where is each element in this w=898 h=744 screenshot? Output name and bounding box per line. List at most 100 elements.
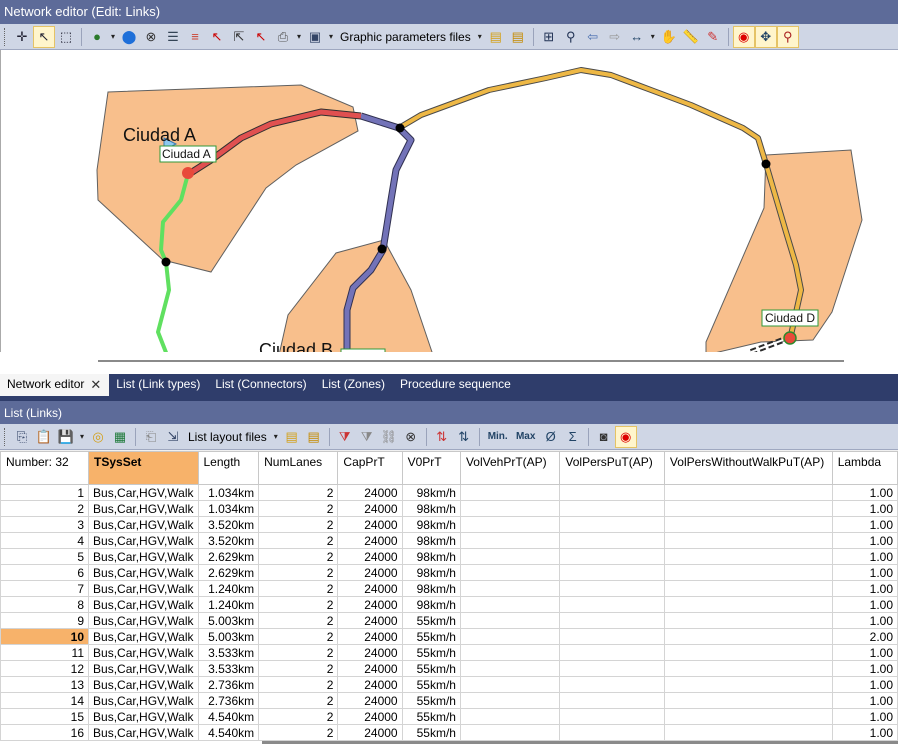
hand-pan-icon[interactable]: ✋ [658,26,680,48]
select-multi-icon[interactable]: ⇱ [228,26,250,48]
pointer-icon[interactable]: ↖ [33,25,55,48]
scroll-thumb[interactable] [98,360,844,362]
table-cell[interactable]: Bus,Car,HGV,Walk [88,580,199,597]
table-cell[interactable]: 2 [258,692,339,709]
table-cell[interactable] [459,484,561,501]
table-cell[interactable]: 1.00 [831,580,898,597]
stop-icon[interactable]: ◙ [593,426,615,448]
table-row[interactable]: 4 Bus,Car,HGV,Walk 3.520km 2 24000 98km/h 1.00 [0,532,898,549]
tab-2[interactable]: List (Connectors) [208,374,314,396]
table-cell[interactable] [559,724,665,741]
table-cell[interactable] [459,548,561,565]
table-cell[interactable] [559,596,665,613]
table-cell[interactable]: 55km/h [401,612,461,629]
pencil-icon[interactable]: ✎ [702,26,724,48]
table-cell[interactable]: 24000 [337,564,403,581]
table-cell[interactable] [559,500,665,517]
table-cell[interactable]: 2.629km [197,564,260,581]
clipboard-icon[interactable]: ⎗ [140,426,162,448]
ruler-icon[interactable]: 📏 [680,26,702,48]
dropdown-arrow-icon[interactable]: ▾ [475,32,485,41]
sync-icon[interactable]: ⛓ [378,426,400,448]
node-junction-3[interactable] [761,159,771,169]
table-cell[interactable]: 4.540km [197,724,260,741]
table-cell[interactable]: 2 [258,628,339,645]
table-cell[interactable] [459,564,561,581]
table-row[interactable]: 12 Bus,Car,HGV,Walk 3.533km 2 24000 55km/h 1.0… [0,660,898,677]
table-cell[interactable]: 2 [258,708,339,725]
table-cell[interactable]: 12 [0,660,90,677]
forward-arrow-icon[interactable]: ⇨ [604,26,626,48]
table-cell[interactable]: 2 [258,612,339,629]
table-cell[interactable]: 98km/h [401,532,461,549]
table-cell[interactable]: Bus,Car,HGV,Walk [88,548,199,565]
table-cell[interactable]: 2 [258,724,339,741]
table-cell[interactable] [663,612,833,629]
table-cell[interactable]: 24000 [337,692,403,709]
open-folder-icon[interactable]: ▤ [485,26,507,48]
table-row[interactable]: 6 Bus,Car,HGV,Walk 2.629km 2 24000 98km/h 1.00 [0,564,898,581]
links-table[interactable]: Number: 32 TSysSet Length NumLanes CapPrT V0P… [0,451,898,741]
select-columns-icon[interactable]: ⇲ [162,426,184,448]
network-view-icon[interactable]: ✥ [754,25,777,48]
database-icon[interactable]: ◎ [87,426,109,448]
table-cell[interactable] [663,628,833,645]
column-header[interactable]: Lambda [831,451,898,485]
fit-width-icon[interactable]: ↔ [626,26,648,48]
table-cell[interactable]: 5.003km [197,612,260,629]
table-cell[interactable] [663,692,833,709]
zoom-map-icon[interactable]: ⚲ [776,25,799,48]
table-row[interactable]: 14 Bus,Car,HGV,Walk 2.736km 2 24000 55km/h 1.0… [0,692,898,709]
table-cell[interactable] [459,612,561,629]
table-row[interactable]: 5 Bus,Car,HGV,Walk 2.629km 2 24000 98km/h 1.00 [0,548,898,565]
table-cell[interactable]: Bus,Car,HGV,Walk [88,596,199,613]
layers-icon[interactable]: ≡ [184,26,206,48]
table-cell[interactable] [459,708,561,725]
table-cell[interactable] [663,660,833,677]
dropdown-arrow-icon[interactable]: ▾ [648,32,658,41]
table-cell[interactable] [459,660,561,677]
table-cell[interactable]: 24000 [337,660,403,677]
table-cell[interactable]: 3.520km [197,516,260,533]
table-row[interactable]: 16 Bus,Car,HGV,Walk 4.540km 2 24000 55km/h 1.0… [0,724,898,741]
table-cell[interactable]: 55km/h [401,660,461,677]
table-cell[interactable] [559,548,665,565]
table-cell[interactable]: 1.00 [831,500,898,517]
table-cell[interactable] [663,484,833,501]
table-cell[interactable]: 2 [258,484,339,501]
toolbar-label[interactable]: List layout files [184,430,271,444]
table-cell[interactable]: 24000 [337,596,403,613]
table-cell[interactable]: 1.00 [831,708,898,725]
table-cell[interactable]: 2 [258,676,339,693]
network-map-canvas[interactable]: Ciudad A Ciudad A Ciudad B Ciudad D [1,50,898,352]
table-cell[interactable]: 55km/h [401,724,461,741]
table-row[interactable]: 10 Bus,Car,HGV,Walk 5.003km 2 24000 55km/h 2.0… [0,628,898,645]
table-cell[interactable]: 1.00 [831,484,898,501]
table-cell[interactable] [559,708,665,725]
table-cell[interactable]: 14 [0,692,90,709]
tab-0[interactable]: Network editor ✕ [0,374,110,396]
paste-icon[interactable]: 📋 [33,426,55,448]
column-header[interactable]: TSysSet [88,451,199,485]
table-cell[interactable] [559,660,665,677]
table-cell[interactable]: 24000 [337,724,403,741]
table-row[interactable]: 7 Bus,Car,HGV,Walk 1.240km 2 24000 98km/h 1.00 [0,580,898,597]
table-cell[interactable]: 1.00 [831,676,898,693]
column-header[interactable]: VolPersWithoutWalkPuT(AP) [663,451,833,485]
table-cell[interactable] [559,516,665,533]
table-cell[interactable]: 24000 [337,548,403,565]
table-cell[interactable]: 11 [0,644,90,661]
table-cell[interactable]: 1.240km [197,596,260,613]
table-cell[interactable] [559,484,665,501]
table-cell[interactable]: 55km/h [401,644,461,661]
list-icon[interactable]: ☰ [162,26,184,48]
table-cell[interactable]: Bus,Car,HGV,Walk [88,516,199,533]
table-cell[interactable] [663,564,833,581]
column-header[interactable]: V0PrT [401,451,461,485]
zone-ciudad-b-polygon[interactable] [279,239,433,352]
table-cell[interactable] [459,676,561,693]
excel-icon[interactable]: ▦ [109,426,131,448]
table-cell[interactable]: 1.00 [831,564,898,581]
table-cell[interactable] [459,532,561,549]
table-cell[interactable]: 24000 [337,532,403,549]
